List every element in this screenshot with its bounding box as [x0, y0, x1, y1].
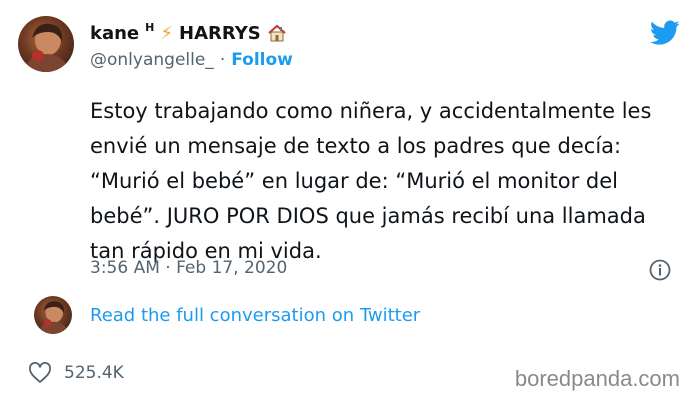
- author-name[interactable]: kane H ⚡ HARRYS: [90, 20, 287, 46]
- like-button[interactable]: 525.4K: [28, 362, 124, 384]
- handle-separator: ·: [219, 50, 226, 70]
- house-icon: [268, 24, 286, 42]
- author-handle[interactable]: @onlyangelle_: [90, 50, 214, 70]
- lightning-emoji: ⚡: [160, 22, 173, 44]
- read-conversation-link[interactable]: Read the full conversation on Twitter: [90, 305, 420, 326]
- author-name-text: kane: [90, 22, 140, 44]
- author-avatar[interactable]: [18, 16, 74, 72]
- avatar-image-small: [38, 301, 70, 334]
- author-handle-row: @onlyangelle_ · Follow: [90, 50, 293, 70]
- like-count: 525.4K: [64, 363, 124, 383]
- conversation-avatar[interactable]: [34, 296, 72, 334]
- follow-button[interactable]: Follow: [231, 50, 293, 70]
- author-name-superscript: H: [145, 20, 155, 34]
- author-name-suffix: HARRYS: [179, 22, 261, 44]
- heart-icon: [29, 362, 51, 383]
- avatar-image: [24, 23, 70, 72]
- tweet-timestamp[interactable]: 3:56 AM · Feb 17, 2020: [90, 258, 287, 278]
- watermark: boredpanda.com: [514, 366, 680, 391]
- tweet-text: Estoy trabajando como niñera, y accident…: [90, 99, 652, 263]
- twitter-bird-icon[interactable]: [650, 20, 680, 46]
- info-icon[interactable]: [649, 259, 671, 281]
